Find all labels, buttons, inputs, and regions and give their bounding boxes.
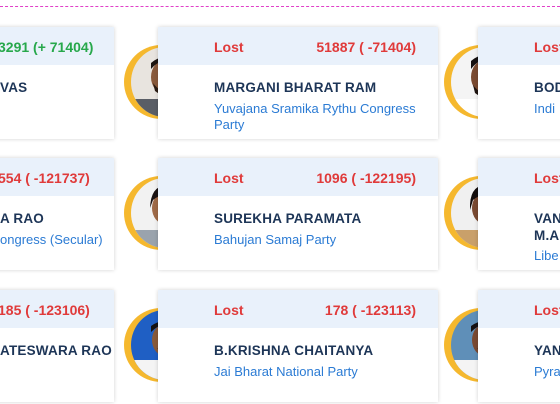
candidate-name-cont: M.A — [534, 228, 560, 243]
candidate-name: MARGANI BHARAT RAM — [214, 80, 377, 95]
result-status: Lost — [214, 39, 244, 55]
vote-margin: 185 ( -123106) — [0, 302, 90, 318]
party-name[interactable]: Indi — [534, 101, 555, 117]
candidate-name: A RAO — [0, 211, 44, 226]
vote-margin: 554 ( -121737) — [0, 170, 90, 186]
vote-margin: 3291 (+ 71404) — [0, 39, 94, 55]
party-name[interactable]: ongress (Secular) — [0, 232, 103, 248]
result-status: Lost — [534, 39, 560, 55]
candidate-card[interactable]: Lost 178 ( -123113) B.KRISHNA CHAITANYA … — [158, 290, 438, 402]
result-status: Lost — [214, 170, 244, 186]
vote-margin: 178 ( -123113) — [324, 302, 416, 318]
party-name[interactable]: Bahujan Samaj Party — [214, 232, 336, 248]
candidate-name: VAS — [0, 80, 28, 95]
vote-margin: 1096 ( -122195) — [316, 170, 416, 186]
result-status: Lost — [534, 302, 560, 318]
candidate-card[interactable]: 3291 (+ 71404) VAS — [0, 27, 114, 139]
candidate-name: ATESWARA RAO — [0, 343, 112, 358]
vote-margin: 51887 ( -71404) — [316, 39, 416, 55]
result-status: Lost — [534, 170, 560, 186]
candidate-name: BOD — [534, 80, 560, 95]
candidate-name: YAN — [534, 343, 560, 358]
candidate-card[interactable]: Lost YAN Pyra — [478, 290, 560, 402]
candidate-name: VAN — [534, 211, 560, 226]
candidate-name: SUREKHA PARAMATA — [214, 211, 362, 226]
candidate-card[interactable]: Lost 51887 ( -71404) MARGANI BHARAT RAM … — [158, 27, 438, 139]
candidate-card[interactable]: Lost BOD Indi — [478, 27, 560, 139]
party-name[interactable]: Pyra — [534, 364, 560, 380]
candidate-name: B.KRISHNA CHAITANYA — [214, 343, 374, 358]
candidate-card[interactable]: 185 ( -123106) ATESWARA RAO — [0, 290, 114, 402]
candidate-card[interactable]: Lost 1096 ( -122195) SUREKHA PARAMATA Ba… — [158, 158, 438, 270]
party-name[interactable]: Libe — [534, 248, 559, 264]
top-dashed-divider — [0, 6, 560, 7]
party-name-cont[interactable]: Party — [214, 117, 244, 133]
result-status: Lost — [214, 302, 244, 318]
party-name[interactable]: Jai Bharat National Party — [214, 364, 358, 380]
candidate-card[interactable]: Lost VAN M.A Libe — [478, 158, 560, 270]
candidate-card[interactable]: 554 ( -121737) A RAO ongress (Secular) — [0, 158, 114, 270]
party-name[interactable]: Yuvajana Sramika Rythu Congress — [214, 101, 416, 117]
